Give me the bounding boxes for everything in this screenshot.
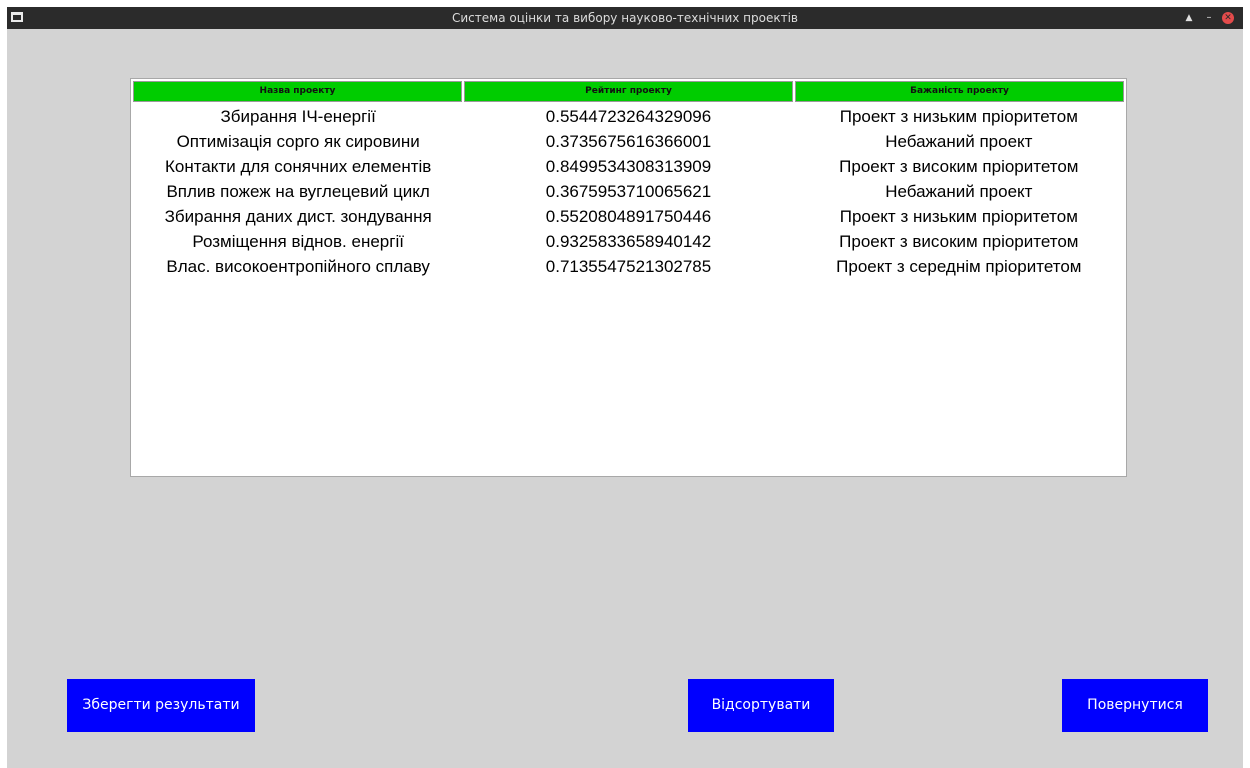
app-window: Система оцінки та вибору науково-технічн… xyxy=(7,7,1243,768)
cell-project-rating[interactable]: 0.8499534308313909 xyxy=(463,154,793,179)
cell-project-rating[interactable]: 0.3735675616366001 xyxy=(463,129,793,154)
cell-project-desirability[interactable]: Проект з середнім пріоритетом xyxy=(794,254,1124,279)
table-row[interactable]: Розміщення віднов. енергії 0.93258336589… xyxy=(133,229,1124,254)
table-row[interactable]: Вплив пожеж на вуглецевий цикл 0.3675953… xyxy=(133,179,1124,204)
table-body: Збирання ІЧ-енергії 0.5544723264329096 П… xyxy=(133,104,1124,279)
cell-project-rating[interactable]: 0.7135547521302785 xyxy=(463,254,793,279)
window-title: Система оцінки та вибору науково-технічн… xyxy=(452,11,798,25)
cell-project-name[interactable]: Розміщення віднов. енергії xyxy=(133,229,463,254)
sort-button[interactable]: Відсортувати xyxy=(688,679,834,732)
table-row[interactable]: Контакти для сонячних елементів 0.849953… xyxy=(133,154,1124,179)
close-icon[interactable]: ✕ xyxy=(1222,12,1234,24)
table-row[interactable]: Збирання ІЧ-енергії 0.5544723264329096 П… xyxy=(133,104,1124,129)
title-bar[interactable]: Система оцінки та вибору науково-технічн… xyxy=(7,7,1243,29)
minimize-icon[interactable]: – xyxy=(1201,10,1217,26)
cell-project-desirability[interactable]: Проект з високим пріоритетом xyxy=(794,154,1124,179)
cell-project-desirability[interactable]: Проект з низьким пріоритетом xyxy=(794,104,1124,129)
table-row[interactable]: Влас. високоентропійного сплаву 0.713554… xyxy=(133,254,1124,279)
cell-project-desirability[interactable]: Небажаний проект xyxy=(794,179,1124,204)
column-header-name[interactable]: Назва проекту xyxy=(133,81,462,102)
cell-project-name[interactable]: Вплив пожеж на вуглецевий цикл xyxy=(133,179,463,204)
column-header-rating[interactable]: Рейтинг проекту xyxy=(464,81,793,102)
back-button[interactable]: Повернутися xyxy=(1062,679,1208,732)
column-header-desirability[interactable]: Бажаність проекту xyxy=(795,81,1124,102)
cell-project-name[interactable]: Влас. високоентропійного сплаву xyxy=(133,254,463,279)
table-header: Назва проекту Рейтинг проекту Бажаність … xyxy=(133,81,1124,102)
save-results-button[interactable]: Зберегти результати xyxy=(67,679,255,732)
table-row[interactable]: Оптимізація сорго як сировини 0.37356756… xyxy=(133,129,1124,154)
cell-project-rating[interactable]: 0.5520804891750446 xyxy=(463,204,793,229)
cell-project-name[interactable]: Контакти для сонячних елементів xyxy=(133,154,463,179)
cell-project-desirability[interactable]: Проект з високим пріоритетом xyxy=(794,229,1124,254)
cell-project-rating[interactable]: 0.3675953710065621 xyxy=(463,179,793,204)
shade-icon[interactable]: ▲ xyxy=(1181,10,1197,26)
cell-project-rating[interactable]: 0.5544723264329096 xyxy=(463,104,793,129)
cell-project-name[interactable]: Збирання ІЧ-енергії xyxy=(133,104,463,129)
projects-table[interactable]: Назва проекту Рейтинг проекту Бажаність … xyxy=(130,78,1127,477)
table-row[interactable]: Збирання даних дист. зондування 0.552080… xyxy=(133,204,1124,229)
cell-project-desirability[interactable]: Небажаний проект xyxy=(794,129,1124,154)
cell-project-rating[interactable]: 0.9325833658940142 xyxy=(463,229,793,254)
cell-project-desirability[interactable]: Проект з низьким пріоритетом xyxy=(794,204,1124,229)
cell-project-name[interactable]: Оптимізація сорго як сировини xyxy=(133,129,463,154)
cell-project-name[interactable]: Збирання даних дист. зондування xyxy=(133,204,463,229)
